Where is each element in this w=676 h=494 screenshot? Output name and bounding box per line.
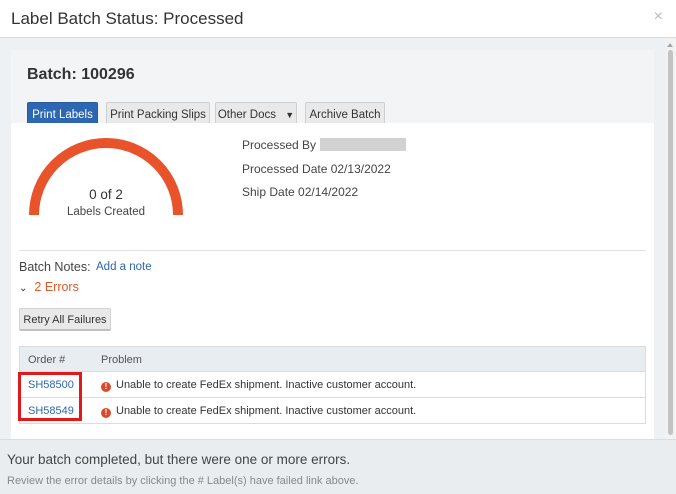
scroll-thumb[interactable] <box>668 50 673 435</box>
retry-all-failures-button[interactable]: Retry All Failures <box>19 308 111 331</box>
batch-details-card: 0 of 2 Labels Created Processed By Proce… <box>11 123 654 439</box>
gauge-label: Labels Created <box>67 206 145 218</box>
warning-icon: ! <box>101 382 111 392</box>
problem-cell: ! Unable to create FedEx shipment. Inacti… <box>101 405 416 418</box>
divider <box>19 250 646 251</box>
errors-table-header: Order # Problem <box>20 347 645 372</box>
batch-title: Batch: 100296 <box>27 66 135 83</box>
modal-header: Label Batch Status: Processed × <box>0 0 676 38</box>
ship-date: Ship Date 02/14/2022 <box>242 185 359 199</box>
problem-column-header: Problem <box>101 354 142 366</box>
table-row: SH58500 ! Unable to create FedEx shipment… <box>20 372 645 398</box>
gauge-arc <box>29 138 183 216</box>
batch-notes-label: Batch Notes: <box>19 260 91 274</box>
footer-message: Your batch completed, but there were one… <box>7 452 351 467</box>
scrollbar[interactable] <box>665 38 676 439</box>
footer-hint: Review the error details by clicking the… <box>7 475 359 487</box>
problem-text: Unable to create FedEx shipment. Inactiv… <box>116 405 417 417</box>
order-column-header: Order # <box>28 354 66 366</box>
warning-icon: ! <box>101 408 111 418</box>
caret-down-icon: ▼ <box>285 110 295 120</box>
processed-by-label: Processed By <box>242 138 317 152</box>
errors-table: Order # Problem SH58500 ! Unable to creat… <box>19 346 646 424</box>
redacted-name <box>320 138 407 151</box>
problem-text: Unable to create FedEx shipment. Inactiv… <box>116 379 417 391</box>
close-icon[interactable]: × <box>654 8 663 26</box>
batch-panel: Batch: 100296 Print Labels Print Packing… <box>11 50 654 439</box>
table-row: SH58549 ! Unable to create FedEx shipment… <box>20 398 645 424</box>
modal-title: Label Batch Status: Processed <box>11 9 244 28</box>
processed-by: Processed By <box>242 138 407 152</box>
errors-toggle[interactable]: ⌄ 2 Errors <box>19 280 79 294</box>
other-docs-label: Other Docs <box>217 109 277 121</box>
add-note-link[interactable]: Add a note <box>96 261 152 273</box>
status-footer: Your batch completed, but there were one… <box>0 439 676 494</box>
modal-body: Batch: 100296 Print Labels Print Packing… <box>0 38 676 439</box>
scroll-up-arrow-icon[interactable] <box>667 43 673 47</box>
problem-cell: ! Unable to create FedEx shipment. Inacti… <box>101 379 416 392</box>
order-link[interactable]: SH58549 <box>28 405 74 417</box>
gauge-count: 0 of 2 <box>89 187 123 202</box>
processed-date: Processed Date 02/13/2022 <box>242 162 391 176</box>
errors-count-label: 2 Errors <box>34 280 79 294</box>
chevron-down-icon: ⌄ <box>19 283 28 294</box>
order-link[interactable]: SH58500 <box>28 379 74 391</box>
